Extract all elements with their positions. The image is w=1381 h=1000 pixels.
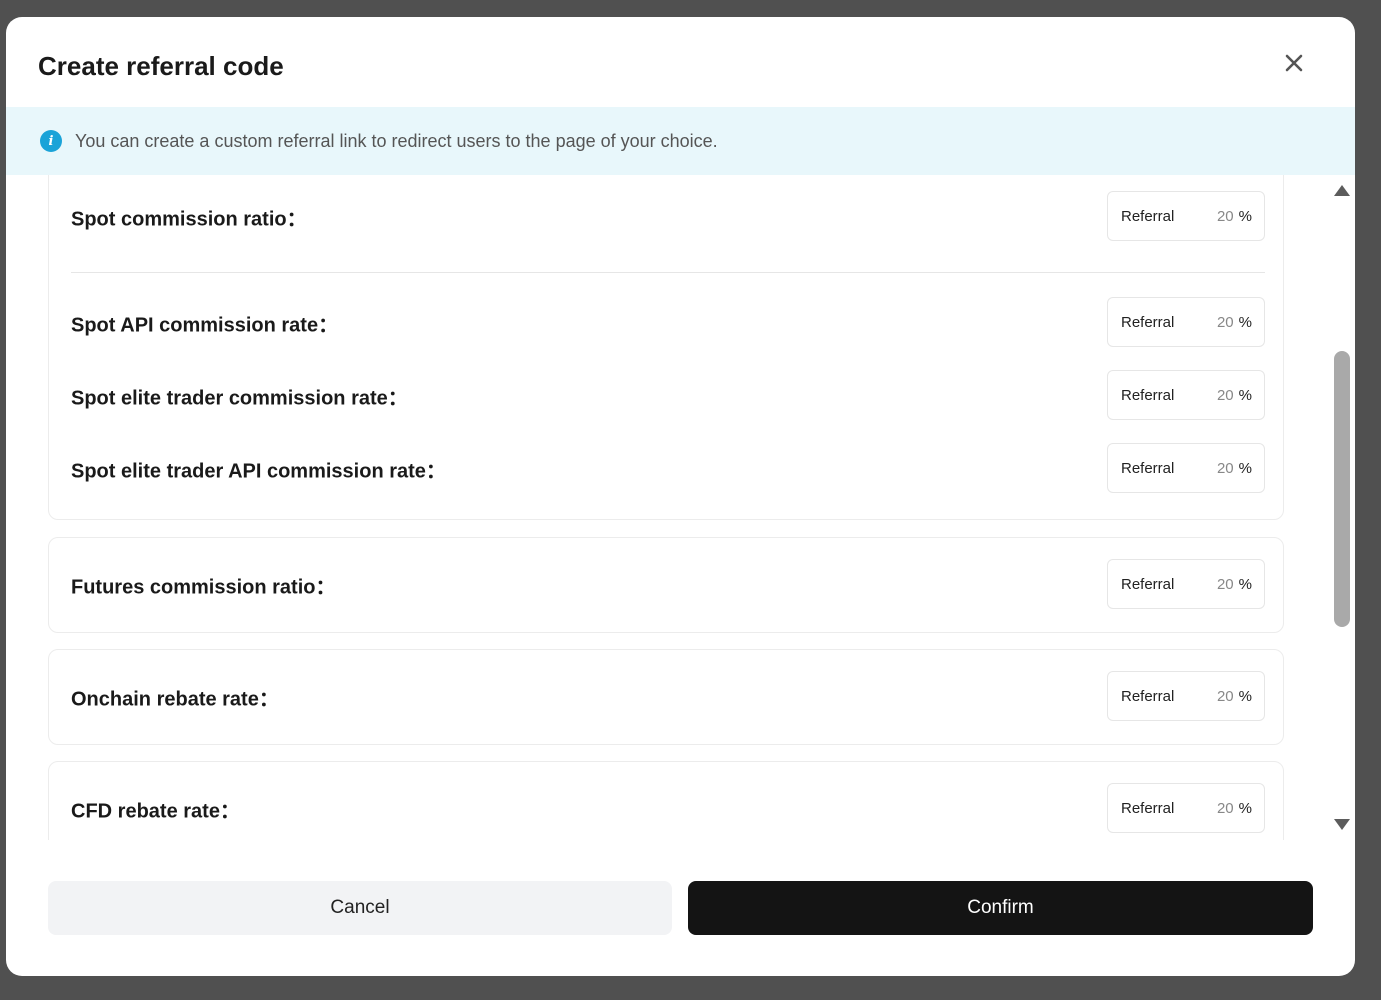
rate-field-label: Referral — [1121, 313, 1175, 331]
rate-value: 20 — [1216, 575, 1234, 593]
onchain-rates-card: Onchain rebate rate： Referral 20 % — [48, 649, 1284, 745]
cfd-rebate-input[interactable]: Referral 20 % — [1107, 783, 1265, 833]
close-icon — [1285, 54, 1303, 72]
rate-row-futures: Futures commission ratio： Referral 20 % — [71, 559, 1265, 611]
spot-commission-input[interactable]: Referral 20 % — [1107, 191, 1265, 241]
rate-value: 20 — [1216, 207, 1234, 225]
scroll-up-arrow-icon[interactable] — [1334, 185, 1350, 196]
rate-value: 20 — [1216, 386, 1234, 404]
dialog-title: Create referral code — [38, 51, 284, 81]
rate-unit: % — [1238, 386, 1252, 404]
rate-row-spot-commission: Spot commission ratio： Referral 20 % — [71, 191, 1265, 243]
rate-row-cfd: CFD rebate rate： Referral 20 % — [71, 783, 1265, 835]
rate-unit: % — [1238, 459, 1252, 477]
spot-rates-card: Spot commission ratio： Referral 20 % Spo… — [48, 175, 1284, 520]
rate-value: 20 — [1216, 313, 1234, 331]
rate-field-label: Referral — [1121, 575, 1175, 593]
rates-scroll-area[interactable]: Spot commission ratio： Referral 20 % Spo… — [6, 175, 1355, 840]
rate-value: 20 — [1216, 687, 1234, 705]
rate-row-spot-elite: Spot elite trader commission rate： Refer… — [71, 370, 1265, 422]
onchain-rebate-input[interactable]: Referral 20 % — [1107, 671, 1265, 721]
rate-unit: % — [1238, 687, 1252, 705]
scroll-thumb[interactable] — [1334, 351, 1350, 627]
rate-unit: % — [1238, 313, 1252, 331]
rate-unit: % — [1238, 799, 1252, 817]
rate-label: Spot API commission rate： — [71, 314, 339, 337]
spot-elite-api-commission-input[interactable]: Referral 20 % — [1107, 443, 1265, 493]
rate-label: Futures commission ratio： — [71, 576, 336, 599]
spot-elite-commission-input[interactable]: Referral 20 % — [1107, 370, 1265, 420]
rate-label: Spot commission ratio： — [71, 208, 307, 231]
confirm-button[interactable]: Confirm — [688, 881, 1313, 935]
notice-text: You can create a custom referral link to… — [75, 130, 718, 151]
info-notice: i You can create a custom referral link … — [6, 107, 1355, 175]
rate-label: Spot elite trader commission rate： — [71, 387, 408, 410]
rate-field-label: Referral — [1121, 687, 1175, 705]
rate-field-label: Referral — [1121, 459, 1175, 477]
rate-label: CFD rebate rate： — [71, 800, 240, 823]
rate-field-label: Referral — [1121, 207, 1175, 225]
rate-row-spot-elite-api: Spot elite trader API commission rate： R… — [71, 443, 1265, 495]
info-icon: i — [40, 130, 62, 152]
rate-label: Onchain rebate rate： — [71, 688, 279, 711]
rate-label: Spot elite trader API commission rate： — [71, 460, 446, 483]
rate-unit: % — [1238, 207, 1252, 225]
close-button[interactable] — [1280, 49, 1308, 77]
divider — [71, 272, 1265, 273]
rate-row-onchain: Onchain rebate rate： Referral 20 % — [71, 671, 1265, 723]
rate-field-label: Referral — [1121, 386, 1175, 404]
rate-row-spot-api: Spot API commission rate： Referral 20 % — [71, 297, 1265, 349]
rate-unit: % — [1238, 575, 1252, 593]
futures-rates-card: Futures commission ratio： Referral 20 % — [48, 537, 1284, 633]
create-referral-code-dialog: Create referral code i You can create a … — [6, 17, 1355, 976]
spot-api-commission-input[interactable]: Referral 20 % — [1107, 297, 1265, 347]
rate-value: 20 — [1216, 799, 1234, 817]
scroll-down-arrow-icon[interactable] — [1334, 819, 1350, 830]
futures-commission-input[interactable]: Referral 20 % — [1107, 559, 1265, 609]
cancel-button[interactable]: Cancel — [48, 881, 672, 935]
rate-value: 20 — [1216, 459, 1234, 477]
cfd-rates-card: CFD rebate rate： Referral 20 % — [48, 761, 1284, 840]
rate-field-label: Referral — [1121, 799, 1175, 817]
scrollbar[interactable] — [1331, 179, 1353, 839]
